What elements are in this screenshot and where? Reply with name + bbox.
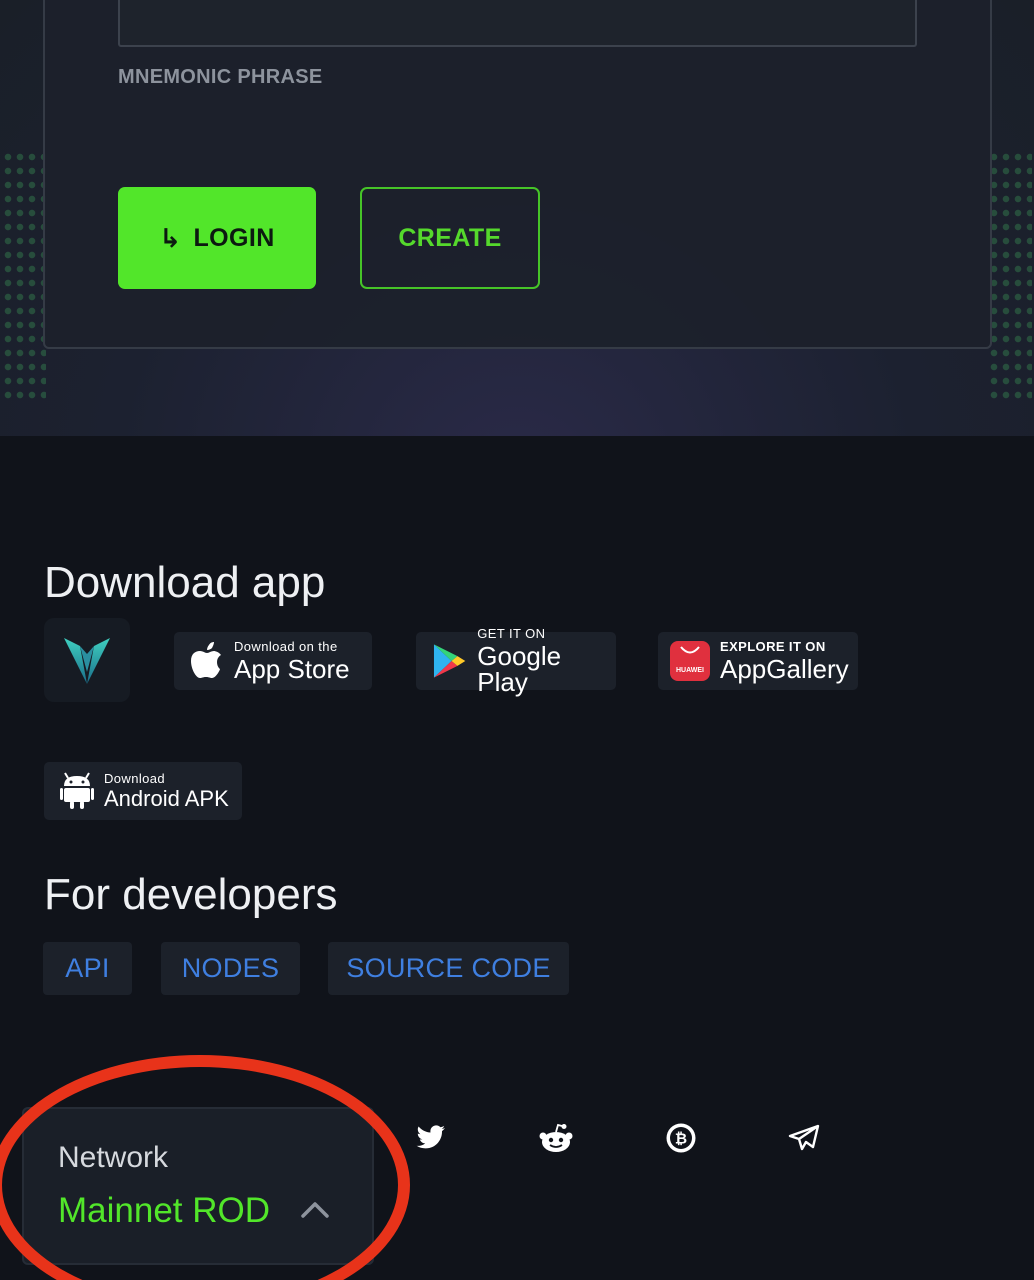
for-developers-title: For developers: [44, 870, 338, 919]
bag-handle-icon: [680, 646, 700, 654]
app-store-big-text: App Store: [234, 654, 350, 684]
decorative-dots: [2, 150, 46, 400]
twitter-icon[interactable]: [413, 1120, 449, 1156]
reddit-icon[interactable]: [538, 1120, 574, 1156]
google-play-small-text: GET IT ON: [477, 626, 546, 641]
login-section: MNEMONIC PHRASE ↳ LOGIN CREATE: [0, 0, 1034, 436]
decorative-dots: [988, 150, 1032, 400]
create-button[interactable]: CREATE: [360, 187, 540, 289]
login-button[interactable]: ↳ LOGIN: [118, 187, 316, 289]
network-selector[interactable]: Network Mainnet ROD: [22, 1107, 374, 1265]
huawei-app-gallery-icon: HUAWEI: [670, 641, 710, 681]
network-label: Network: [58, 1141, 169, 1174]
google-play-icon: [433, 644, 466, 678]
android-icon: [60, 772, 94, 809]
api-link[interactable]: API: [43, 942, 132, 995]
android-apk-badge[interactable]: Download Android APK: [44, 762, 242, 820]
google-play-big-text: Google Play: [477, 641, 562, 697]
apple-icon: [191, 642, 221, 678]
create-button-label: CREATE: [398, 223, 502, 252]
app-store-badge[interactable]: Download on the App Store: [174, 632, 372, 690]
google-play-badge[interactable]: GET IT ON Google Play: [416, 627, 616, 695]
source-code-link[interactable]: SOURCE CODE: [328, 942, 569, 995]
login-card: [43, 0, 992, 349]
app-gallery-badge[interactable]: HUAWEI EXPLORE IT ON AppGallery: [658, 632, 858, 690]
chevron-up-icon: [301, 1202, 329, 1218]
app-gallery-big-text: AppGallery: [720, 654, 849, 684]
login-button-label: LOGIN: [193, 223, 275, 252]
nodes-link-label: NODES: [181, 953, 280, 983]
huawei-brand-text: HUAWEI: [676, 667, 704, 674]
bitcointalk-icon[interactable]: ₿: [663, 1120, 699, 1156]
download-app-title: Download app: [44, 558, 326, 607]
mnemonic-phrase-input[interactable]: [118, 0, 917, 47]
mnemonic-phrase-label: MNEMONIC PHRASE: [118, 66, 323, 88]
wallet-logo-icon: [64, 638, 110, 684]
login-arrow-icon: ↳: [159, 222, 182, 253]
svg-text:₿: ₿: [675, 1130, 687, 1148]
source-code-link-label: SOURCE CODE: [346, 953, 551, 983]
app-store-small-text: Download on the: [234, 639, 338, 654]
api-link-label: API: [65, 953, 110, 983]
android-apk-small-text: Download: [104, 771, 166, 786]
nodes-link[interactable]: NODES: [161, 942, 300, 995]
telegram-icon[interactable]: [786, 1120, 822, 1156]
android-apk-big-text: Android APK: [104, 786, 229, 811]
app-gallery-small-text: EXPLORE IT ON: [720, 639, 826, 654]
network-value: Mainnet ROD: [58, 1191, 271, 1230]
app-logo: [44, 618, 130, 702]
